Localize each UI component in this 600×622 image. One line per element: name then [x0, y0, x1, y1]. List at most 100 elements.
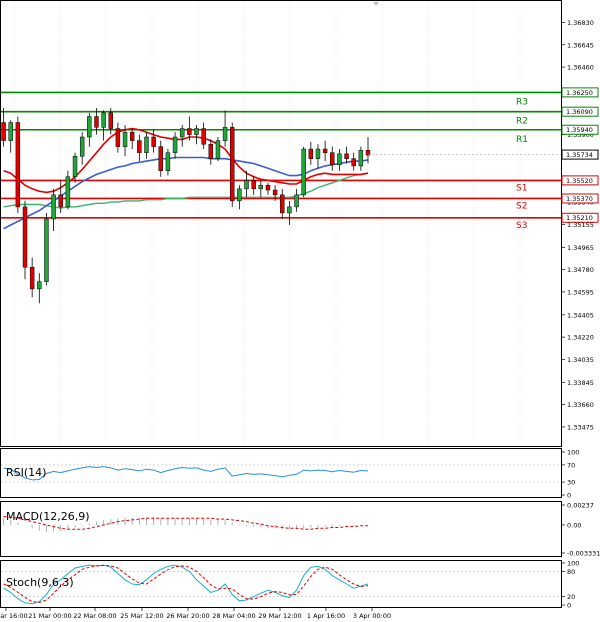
level-label-r1: R1: [516, 135, 528, 145]
candle-body: [8, 122, 13, 141]
candle-body: [258, 184, 264, 190]
price-tick-label: 1.33475: [567, 423, 594, 431]
price-tick-label: 1.34220: [567, 334, 594, 342]
price-tick-label: 1.34965: [567, 244, 594, 252]
candle-body: [165, 152, 171, 172]
candle-body: [308, 148, 314, 159]
time-tick-label: 1 Apr 16:00: [307, 612, 345, 620]
candle-body: [137, 140, 142, 153]
candle-body: [108, 112, 113, 129]
candle-body: [208, 143, 214, 159]
last-price-tag: 1.35734: [566, 151, 593, 159]
time-tick-label: 21 Mar 00:00: [28, 612, 71, 620]
candle-body: [172, 136, 178, 153]
price-tick-label: 1.33660: [567, 401, 594, 409]
candle-body: [115, 128, 121, 147]
candle-body: [179, 128, 185, 138]
candle-body: [65, 176, 71, 208]
candle-body: [280, 194, 285, 214]
level-price-tag: 1.36250: [566, 89, 593, 97]
price-tick-label: 1.36460: [567, 64, 594, 72]
candle-body: [230, 127, 235, 202]
candle-body: [187, 128, 192, 135]
candle-body: [351, 158, 356, 167]
candle-body: [222, 127, 228, 141]
candle-body: [322, 148, 328, 153]
candle-body: [287, 206, 292, 214]
rsi-title: RSI(14): [6, 466, 46, 479]
price-tick-label: 1.34780: [567, 266, 594, 274]
time-tick-label: 29 Mar 12:00: [258, 612, 301, 620]
candle-body: [79, 136, 85, 157]
candle-body: [122, 131, 128, 147]
stoch-tick-label: 100: [567, 560, 579, 568]
candle-body: [158, 146, 163, 171]
level-label-r2: R2: [516, 117, 528, 127]
candle-body: [94, 116, 99, 128]
candle-body: [29, 266, 35, 290]
price-axis: 1.36830 1.36645 1.36460 1.36250 1.36090 1.359…: [561, 19, 594, 431]
candle-body: [201, 128, 206, 145]
stoch-panel-frame: [0, 560, 562, 608]
level-price-tag: 1.35210: [566, 214, 593, 222]
stoch-tick-label: 0: [567, 602, 571, 610]
candle-body: [144, 136, 149, 153]
macd-title: MACD(12,26,9): [6, 510, 90, 523]
time-tick-label: 22 Mar 08:00: [73, 612, 116, 620]
level-price-tag: 1.35370: [566, 195, 593, 203]
candle-body: [22, 206, 28, 268]
candle-body: [194, 128, 199, 135]
candle-body: [251, 180, 256, 190]
time-tick-label: 20 Mar 16:00: [0, 612, 28, 620]
rsi-panel-frame: [0, 448, 562, 498]
stoch-tick-label: 80: [567, 568, 575, 576]
rsi-tick-label: 0: [567, 492, 571, 500]
candle-body: [215, 140, 221, 159]
candle-body: [51, 194, 56, 220]
level-price-tag: 1.35520: [566, 177, 593, 185]
candle-body: [330, 152, 335, 165]
time-tick-label: 26 Mar 20:00: [166, 612, 209, 620]
macd-tick-label: 0.00: [567, 521, 581, 529]
macd-tick-label: 0.00237: [567, 502, 594, 510]
candle-body: [315, 148, 321, 159]
candle-body: [301, 148, 306, 196]
time-tick-label: 3 Apr 00:00: [353, 612, 391, 620]
candle-body: [358, 150, 364, 167]
candle-body: [244, 180, 249, 190]
rsi-tick-label: 100: [567, 449, 579, 457]
candle-body: [129, 131, 135, 141]
price-chart: 1.36830 1.36645 1.36460 1.36250 1.36090 1.359…: [0, 0, 600, 620]
candle-body: [15, 122, 21, 208]
candle-body: [237, 188, 242, 202]
price-tick-label: 1.34595: [567, 288, 594, 296]
level-price-tag: 1.36090: [566, 108, 593, 116]
price-tick-label: 1.33845: [567, 379, 594, 387]
rsi-tick-label: 70: [567, 461, 575, 469]
candle-body: [265, 184, 271, 191]
level-label-s3: S3: [516, 221, 527, 231]
level-label-r3: R3: [516, 97, 528, 107]
price-tick-label: 1.36645: [567, 41, 594, 49]
candle-body: [151, 136, 156, 147]
price-tick-label: 1.36830: [567, 19, 594, 27]
price-tick-label: 1.34035: [567, 356, 594, 364]
time-axis: 20 Mar 16:0021 Mar 00:0022 Mar 08:00 25 M…: [0, 607, 391, 620]
candle-body: [44, 218, 49, 282]
candle-body: [1, 122, 6, 141]
candle-body: [58, 194, 63, 208]
candle-body: [344, 153, 349, 159]
level-label-s2: S2: [516, 201, 527, 211]
candle-body: [294, 194, 299, 208]
time-tick-label: 25 Mar 12:00: [120, 612, 163, 620]
main-panel-frame: [0, 0, 562, 447]
candle-body: [337, 153, 342, 165]
stoch-tick-label: 20: [567, 593, 575, 601]
stoch-title: Stoch(9,6,3): [6, 576, 74, 589]
candle-body: [87, 116, 92, 138]
price-tick-label: 1.34405: [567, 311, 594, 319]
candle-body: [72, 156, 78, 178]
candle-body: [37, 281, 42, 290]
candle-body: [272, 189, 278, 196]
time-tick-label: 28 Mar 04:00: [212, 612, 255, 620]
